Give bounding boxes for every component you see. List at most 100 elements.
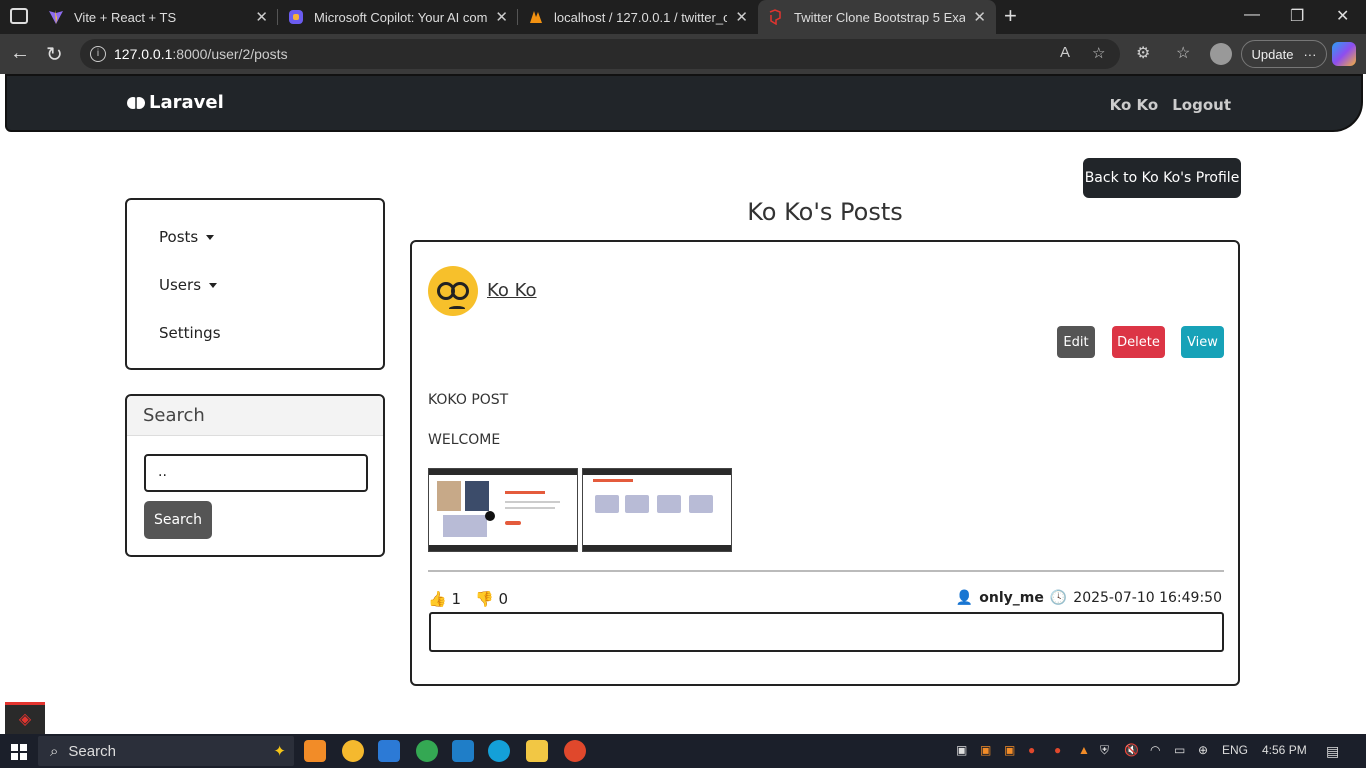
notifications-icon[interactable]: ▤ [1326, 743, 1339, 760]
taskbar-search[interactable]: ⌕ Search ✦ [38, 736, 294, 766]
post-reactions: 👍 1 👎 0 [428, 590, 508, 608]
brain-icon [127, 96, 145, 109]
search-input[interactable]: .. [144, 454, 368, 492]
thumbnail-product [625, 495, 649, 513]
favorite-star-icon[interactable]: ☆ [1092, 44, 1105, 62]
vscode-icon[interactable] [452, 740, 474, 762]
app-icon[interactable] [342, 740, 364, 762]
tray-app-icon[interactable]: ▣ [956, 743, 967, 757]
minimize-icon[interactable]: — [1244, 6, 1260, 24]
site-info-icon[interactable]: i [90, 46, 106, 62]
url-bar[interactable]: i 127.0.0.1:8000/user/2/posts A ☆ [80, 39, 1120, 69]
xampp-tray-icon[interactable]: ▣ [980, 743, 991, 757]
close-icon[interactable]: ✕ [255, 8, 268, 26]
tray-app-icon[interactable]: ● [1054, 743, 1061, 757]
sidebar-nav: Posts Users Settings [125, 198, 385, 370]
nav-logout-link[interactable]: Logout [1172, 96, 1231, 114]
page-title: Ko Ko's Posts [747, 198, 903, 226]
chrome-icon[interactable] [416, 740, 438, 762]
like-button[interactable]: 👍 1 [428, 590, 461, 608]
tab-actions-icon[interactable] [10, 8, 28, 24]
close-icon[interactable]: ✕ [495, 8, 508, 26]
top-navbar: Laravel Ko Ko Logout [5, 74, 1363, 132]
clock-icon: 🕓 [1049, 590, 1068, 606]
page-content: Laravel Ko Ko Logout Back to Ko Ko's Pro… [0, 74, 1366, 734]
tab-phpmyadmin[interactable]: localhost / 127.0.0.1 / twitter_owl ✕ [518, 0, 758, 34]
tab-title: Microsoft Copilot: Your AI compa [314, 9, 488, 25]
new-tab-icon[interactable]: + [1004, 3, 1017, 29]
close-icon[interactable]: ✕ [735, 8, 748, 26]
sidebar-item-users[interactable]: Users [159, 276, 218, 294]
window-close-icon[interactable]: ✕ [1336, 6, 1349, 26]
sidebar-item-settings[interactable]: Settings [159, 324, 221, 342]
post-body-line: KOKO POST [428, 392, 509, 408]
brand-link[interactable]: Laravel [127, 92, 224, 113]
laravel-icon [769, 9, 781, 25]
caret-down-icon [209, 283, 218, 288]
computer-icon[interactable] [378, 740, 400, 762]
windows-start-icon[interactable] [11, 744, 27, 760]
language-indicator[interactable]: ENG [1222, 743, 1248, 757]
xampp-icon[interactable] [304, 740, 326, 762]
thumbnail-figure [437, 481, 461, 511]
thumbnail-button [505, 521, 521, 525]
search-card-header: Search [127, 396, 383, 436]
tray-app-icon[interactable]: ● [1028, 743, 1035, 757]
dislike-button[interactable]: 👎 0 [475, 590, 508, 608]
post-meta: 👤 only_me 🕓 2025-07-10 16:49:50 [956, 590, 1222, 606]
sidebar-item-label: Posts [159, 228, 199, 246]
post-card: Ko Ko Edit Delete View KOKO POST WELCOME [410, 240, 1240, 686]
search-button[interactable]: Search [144, 501, 212, 539]
read-aloud-icon[interactable]: A [1060, 44, 1070, 61]
security-shield-icon[interactable]: ⛨ [1100, 743, 1109, 758]
debugbar-toggle[interactable]: ◈ [5, 702, 45, 734]
refresh-icon[interactable]: ↻ [46, 42, 63, 67]
thumbnail-taskbar [583, 545, 731, 551]
wifi-icon[interactable]: ◠ [1150, 743, 1160, 757]
file-explorer-icon[interactable] [526, 740, 548, 762]
close-icon[interactable]: ✕ [973, 8, 986, 26]
copilot-sidebar-icon[interactable] [1332, 42, 1356, 66]
xampp-tray-icon[interactable]: ▣ [1004, 743, 1015, 757]
phpmyadmin-icon [530, 11, 542, 23]
post-body-line: WELCOME [428, 432, 501, 448]
laravel-icon: ◈ [18, 709, 32, 728]
vpn-icon[interactable]: ⊕ [1198, 743, 1208, 757]
thumbs-up-icon: 👍 [428, 590, 447, 608]
clock[interactable]: 4:56 PM [1262, 743, 1307, 757]
tab-twitter-clone[interactable]: Twitter Clone Bootstrap 5 Exampl ✕ [758, 0, 996, 34]
view-button[interactable]: View [1181, 326, 1224, 358]
post-image-thumbnail[interactable] [582, 468, 732, 552]
post-image-thumbnail[interactable] [428, 468, 578, 552]
tab-copilot[interactable]: Microsoft Copilot: Your AI compa ✕ [278, 0, 518, 34]
thumbnail-figure [443, 515, 487, 537]
comment-textarea[interactable] [429, 612, 1224, 652]
back-arrow-icon[interactable]: ← [10, 42, 30, 65]
more-icon[interactable]: ··· [1303, 47, 1316, 62]
restore-icon[interactable]: ❐ [1290, 6, 1304, 26]
tab-title: localhost / 127.0.0.1 / twitter_owl [554, 9, 728, 25]
profile-avatar[interactable] [1210, 43, 1232, 65]
thumbnail-taskbar [429, 545, 577, 551]
extensions-icon[interactable]: ⚙ [1136, 43, 1150, 63]
back-to-profile-button[interactable]: Back to Ko Ko's Profile [1083, 158, 1241, 198]
user-lock-icon: 👤 [955, 590, 974, 606]
edit-button[interactable]: Edit [1057, 326, 1095, 358]
post-author-link[interactable]: Ko Ko [487, 280, 537, 301]
volume-muted-icon[interactable]: 🔇 [1124, 743, 1139, 757]
search-icon: ⌕ [50, 742, 59, 760]
update-button[interactable]: Update ··· [1241, 40, 1327, 68]
nav-user-link[interactable]: Ko Ko [1110, 96, 1159, 114]
postman-icon[interactable] [564, 740, 586, 762]
sidebar-item-posts[interactable]: Posts [159, 228, 215, 246]
vlc-icon[interactable]: ▲ [1078, 743, 1090, 757]
battery-icon[interactable]: ▭ [1174, 743, 1185, 757]
url-host: 127.0.0.1 [114, 46, 173, 62]
thumbs-down-icon: 👎 [475, 590, 494, 608]
edge-icon[interactable] [488, 740, 510, 762]
tab-title: Twitter Clone Bootstrap 5 Exampl [794, 9, 966, 25]
delete-button[interactable]: Delete [1112, 326, 1165, 358]
tab-vite[interactable]: Vite + React + TS ✕ [38, 0, 278, 34]
favorites-icon[interactable]: ☆ [1176, 43, 1190, 63]
windows-taskbar: ⌕ Search ✦ ▣ ▣ ▣ ● ● ▲ ⛨ 🔇 ◠ ▭ ⊕ ENG 4:5… [0, 734, 1366, 768]
